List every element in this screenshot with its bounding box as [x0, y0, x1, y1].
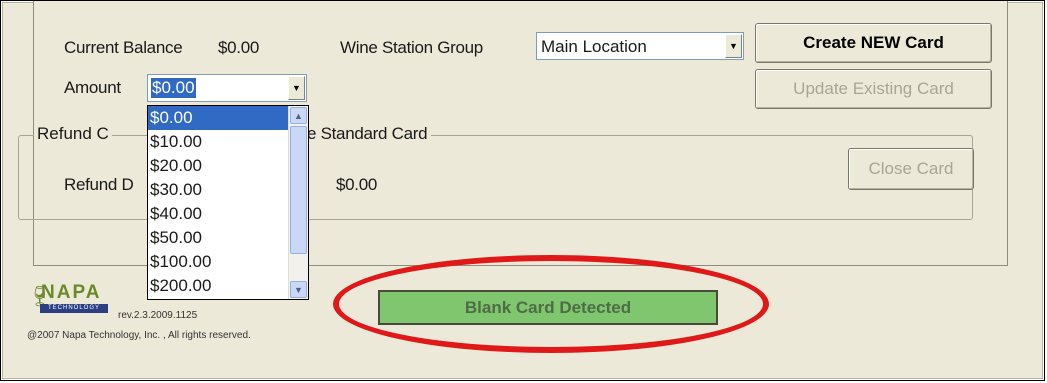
- list-item[interactable]: $30.00: [148, 178, 288, 202]
- close-card-button[interactable]: Close Card: [848, 148, 974, 190]
- amount-select[interactable]: $0.00 ▼: [147, 74, 307, 102]
- list-item[interactable]: $0.00: [148, 106, 288, 130]
- refund-row-label: Refund D: [64, 175, 134, 194]
- highlight-circle: [333, 255, 769, 353]
- list-item[interactable]: $200.00: [148, 274, 288, 298]
- logo-tagline: TECHNOLOGY: [40, 304, 108, 313]
- refund-value: $0.00: [336, 175, 378, 194]
- list-item[interactable]: $100.00: [148, 250, 288, 274]
- wine-station-group-label: Wine Station Group: [340, 38, 483, 57]
- dropdown-scrollbar[interactable]: ▲ ▼: [288, 106, 308, 299]
- create-new-card-button[interactable]: Create NEW Card: [755, 23, 992, 63]
- napa-logo: NAPA: [41, 282, 102, 303]
- amount-value: $0.00: [151, 78, 196, 98]
- list-item[interactable]: $50.00: [148, 226, 288, 250]
- copyright-text: @2007 Napa Technology, Inc. , All rights…: [27, 330, 251, 341]
- list-item[interactable]: $10.00: [148, 130, 288, 154]
- scrollbar-thumb[interactable]: [290, 126, 307, 254]
- amount-label: Amount: [64, 78, 121, 97]
- chevron-up-icon[interactable]: ▲: [290, 107, 307, 124]
- amount-dropdown-list[interactable]: $0.00 $10.00 $20.00 $30.00 $40.00 $50.00…: [147, 105, 309, 300]
- balance-value: $0.00: [218, 38, 260, 57]
- balance-label: Current Balance: [64, 38, 183, 57]
- wine-station-group-value: Main Location: [541, 37, 647, 56]
- list-item[interactable]: $40.00: [148, 202, 288, 226]
- refund-group-title: Refund C: [34, 124, 112, 144]
- refund-group-title-end: e Standard Card: [307, 124, 432, 144]
- chevron-down-icon[interactable]: ▼: [288, 76, 305, 100]
- version-text: rev.2.3.2009.1125: [118, 310, 198, 321]
- wine-station-group-select[interactable]: Main Location ▼: [536, 32, 744, 60]
- chevron-down-icon[interactable]: ▼: [290, 281, 307, 298]
- update-existing-card-button[interactable]: Update Existing Card: [755, 69, 992, 109]
- chevron-down-icon[interactable]: ▼: [725, 34, 742, 58]
- list-item[interactable]: $20.00: [148, 154, 288, 178]
